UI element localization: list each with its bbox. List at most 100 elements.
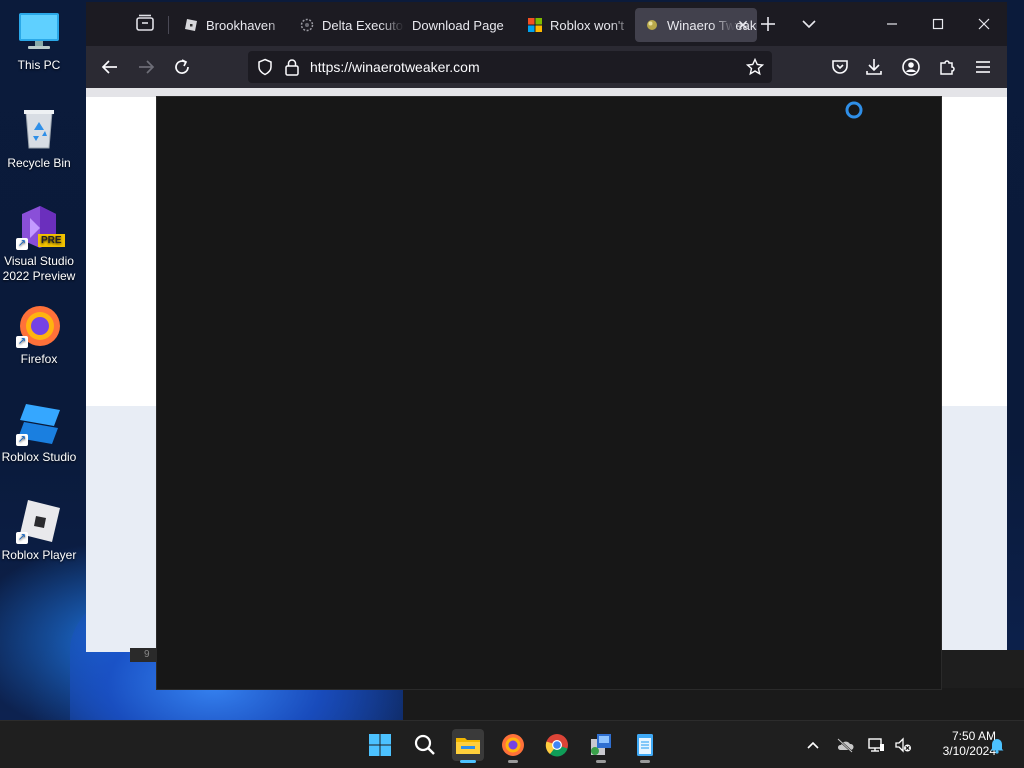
underlying-window-fragment: 9 (130, 648, 156, 662)
hamburger-menu-icon (976, 61, 990, 73)
account-button[interactable] (900, 56, 922, 78)
roblox-icon (185, 19, 197, 31)
tab-bar: Brookhaven Delta Executor Download Page … (86, 2, 1007, 46)
taskbar-firefox[interactable] (497, 729, 529, 763)
pocket-icon (832, 60, 848, 74)
network-tray-button[interactable] (866, 735, 886, 755)
roblox-studio-icon: ↗ (16, 400, 62, 446)
tab-fade (610, 8, 634, 42)
tab-winaero-tweaker[interactable]: Winaero Tweaker ✕ (635, 8, 757, 42)
onedrive-tray-button[interactable] (835, 735, 855, 755)
desktop-icon-roblox-player[interactable]: ↗ Roblox Player (0, 498, 78, 563)
url-bar[interactable]: https://winaerotweaker.com (248, 51, 772, 83)
tab-title: Download Page (412, 17, 504, 33)
search-icon (414, 734, 435, 755)
taskbar-notepad[interactable] (629, 729, 661, 763)
desktop-icon-roblox-studio[interactable]: ↗ Roblox Studio (0, 400, 78, 465)
shortcut-arrow-icon: ↗ (16, 532, 28, 544)
extensions-button[interactable] (936, 56, 958, 78)
taskbar-chrome[interactable] (541, 729, 573, 761)
maximize-button[interactable] (926, 12, 950, 36)
chevron-down-icon (802, 20, 816, 29)
volume-tray-button[interactable] (893, 735, 913, 755)
tab-delta-executor[interactable]: Delta Executor (290, 8, 404, 42)
shortcut-arrow-icon: ↗ (16, 336, 28, 348)
taskbar-search-button[interactable] (409, 729, 441, 761)
arrow-left-icon (101, 60, 117, 74)
tab-title: Brookhaven (206, 17, 276, 33)
taskbar-setup-installer[interactable] (585, 729, 617, 763)
network-icon (868, 738, 884, 752)
firefox-view-button[interactable] (134, 12, 156, 34)
reload-icon (175, 59, 189, 74)
desktop-icon-visual-studio[interactable]: PRE ↗ Visual Studio 2022 Preview (0, 204, 78, 284)
start-button[interactable] (364, 729, 396, 761)
underlying-window-fragment-bottom (403, 688, 1024, 720)
url-text[interactable]: https://winaerotweaker.com (310, 51, 480, 83)
winaero-icon (647, 20, 657, 30)
desktop-icon-label: Recycle Bin (7, 156, 71, 170)
tab-fade (380, 8, 404, 42)
shortcut-arrow-icon: ↗ (16, 238, 28, 250)
pocket-button[interactable] (829, 56, 851, 78)
taskbar: 7:50 AM 3/10/2024 (0, 720, 1024, 768)
downloads-button[interactable] (863, 56, 885, 78)
plus-icon (761, 17, 775, 31)
delta-icon (300, 18, 314, 32)
firefox-icon: ↗ (16, 302, 62, 348)
desktop-icon-recycle-bin[interactable]: Recycle Bin (0, 106, 78, 171)
tab-download-page[interactable]: Download Page (402, 8, 518, 42)
chevron-up-icon (807, 741, 819, 749)
tab-brookhaven[interactable]: Brookhaven (174, 8, 290, 42)
show-hidden-icons-button[interactable] (803, 735, 823, 755)
firefox-icon (502, 734, 524, 756)
firefox-view-icon (136, 14, 154, 31)
active-indicator (460, 760, 476, 763)
app-menu-button[interactable] (972, 56, 994, 78)
navigation-toolbar: https://winaerotweaker.com (86, 46, 1007, 88)
shortcut-arrow-icon: ↗ (16, 434, 28, 446)
close-tab-icon[interactable]: ✕ (735, 17, 751, 33)
new-tab-button[interactable] (756, 12, 780, 36)
tracking-protection-shield-icon[interactable] (256, 58, 274, 81)
minimize-icon (887, 23, 897, 25)
back-button[interactable] (99, 56, 121, 78)
tab-roblox-wont[interactable]: Roblox won't (518, 8, 634, 42)
close-window-button[interactable] (972, 12, 996, 36)
desktop-icon-firefox[interactable]: ↗ Firefox (0, 302, 78, 367)
clock-time: 7:50 AM (951, 729, 996, 743)
desktop-icon-label: Firefox (20, 352, 58, 366)
volume-muted-icon (895, 737, 911, 753)
visual-studio-icon: PRE ↗ (16, 204, 65, 250)
account-icon (902, 58, 920, 76)
reload-button[interactable] (171, 56, 193, 78)
forward-button[interactable] (135, 56, 157, 78)
download-icon (866, 59, 882, 75)
minimize-button[interactable] (880, 12, 904, 36)
notifications-button[interactable] (987, 735, 1007, 755)
desktop-icon-label: Roblox Studio (1, 450, 77, 464)
microsoft-icon (528, 18, 542, 32)
notepad-icon (637, 734, 653, 756)
preview-badge: PRE (38, 234, 65, 247)
running-indicator (640, 760, 650, 763)
list-all-tabs-button[interactable] (797, 12, 821, 36)
lock-icon[interactable] (284, 58, 300, 81)
running-indicator (508, 760, 518, 763)
puzzle-piece-icon (940, 60, 955, 75)
onedrive-offline-icon (837, 738, 854, 753)
monitor-icon (16, 8, 62, 54)
taskbar-clock[interactable]: 7:50 AM 3/10/2024 (920, 729, 996, 759)
desktop-icon-this-pc[interactable]: This PC (0, 8, 78, 73)
chrome-icon (545, 734, 568, 757)
bookmark-star-icon[interactable] (745, 57, 765, 81)
taskbar-file-explorer[interactable] (452, 729, 484, 763)
desktop-icon-label: Visual Studio 2022 Preview (2, 254, 76, 283)
arrow-right-icon (139, 60, 155, 74)
tab-separator (168, 16, 169, 34)
tab-fade (711, 8, 735, 42)
setup-installer-icon (591, 734, 611, 755)
windows-start-icon (369, 734, 391, 756)
loading-overlay-panel[interactable] (156, 96, 942, 690)
bell-icon (990, 739, 1004, 754)
